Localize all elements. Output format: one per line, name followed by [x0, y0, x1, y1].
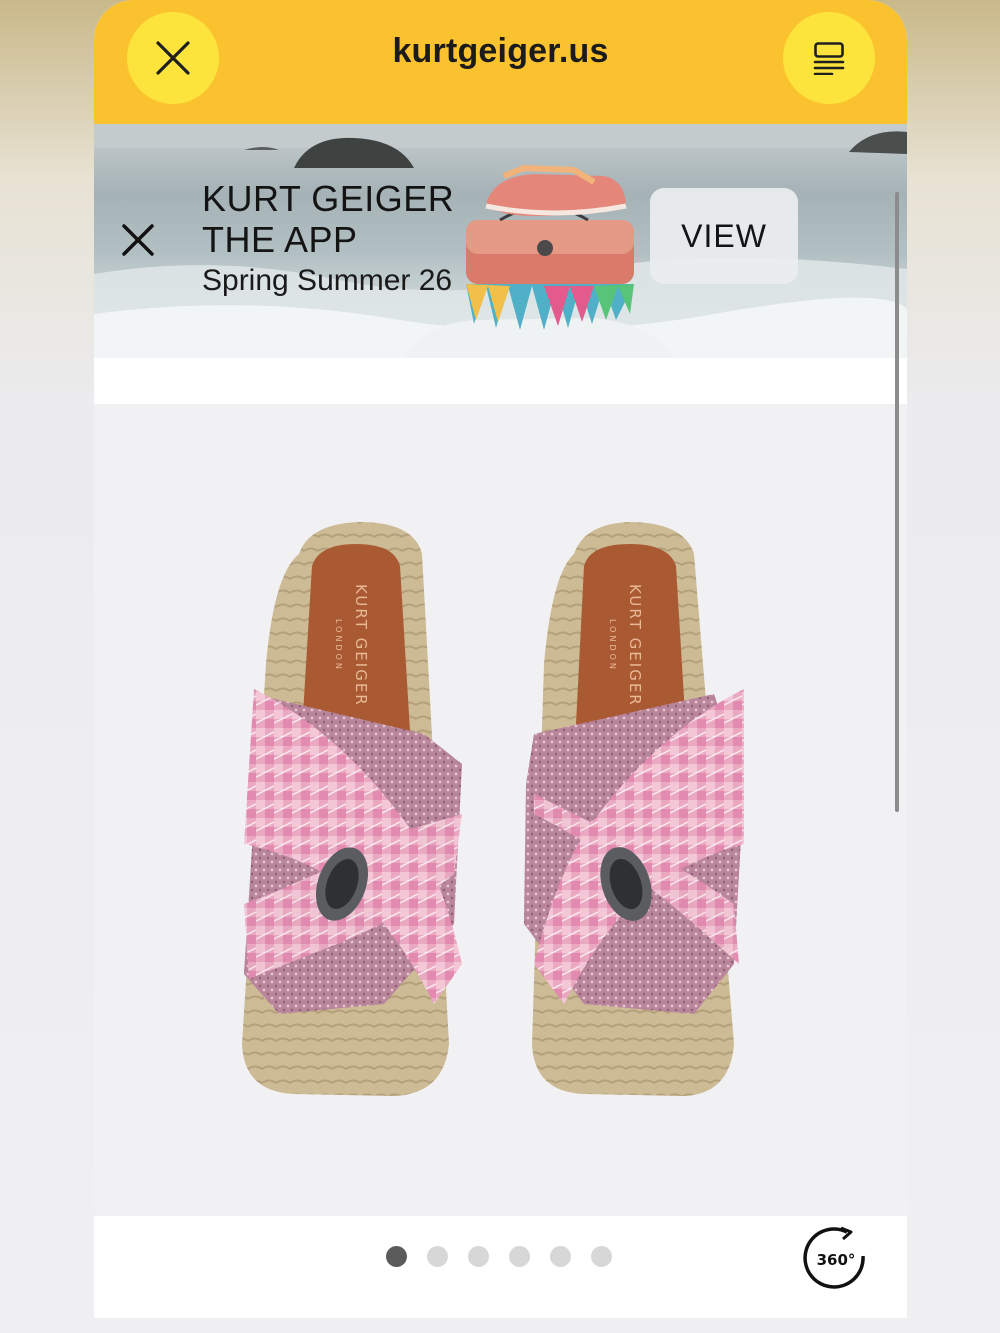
- banner-title-line2: THE APP: [202, 219, 358, 260]
- gallery-dot[interactable]: [468, 1246, 489, 1267]
- right-sandal: KURT GEIGER LONDON: [524, 522, 744, 1096]
- gallery-dot[interactable]: [386, 1246, 407, 1267]
- insole-brand-text: KURT GEIGER: [352, 584, 370, 707]
- page-bottom: [94, 1318, 907, 1333]
- spacer: [94, 358, 907, 404]
- gallery-pagination: [386, 1246, 612, 1267]
- gallery-dot[interactable]: [550, 1246, 571, 1267]
- left-sandal: KURT GEIGER LONDON: [242, 522, 462, 1096]
- insole-city-text: LONDON: [608, 619, 617, 672]
- insole-city-text: LONDON: [334, 619, 343, 672]
- sandals-image: KURT GEIGER LONDON KURT GEIGER LONDON: [242, 522, 744, 1096]
- browser-toolbar: kurtgeiger.us: [94, 0, 907, 124]
- gallery-dot[interactable]: [427, 1246, 448, 1267]
- banner-subtitle: Spring Summer 26: [202, 264, 453, 297]
- banner-title-line1: KURT GEIGER: [202, 178, 455, 219]
- close-icon[interactable]: [120, 222, 156, 258]
- browser-view: kurtgeiger.us KURT GEIGER THE APP Spring…: [94, 0, 907, 1333]
- reader-menu-button[interactable]: [783, 12, 875, 104]
- insole-brand-text: KURT GEIGER: [626, 584, 644, 707]
- gallery-dot[interactable]: [591, 1246, 612, 1267]
- view-app-button[interactable]: VIEW: [650, 188, 798, 284]
- banner-title: KURT GEIGER THE APP: [202, 178, 454, 260]
- rotate-360-button[interactable]: 360°: [803, 1226, 869, 1292]
- scrollbar[interactable]: [895, 192, 899, 812]
- product-image[interactable]: KURT GEIGER LONDON KURT GEIGER LONDON: [94, 404, 907, 1216]
- rotate-360-label: 360°: [817, 1251, 856, 1269]
- gallery-controls: 360°: [94, 1216, 907, 1318]
- gallery-dot[interactable]: [509, 1246, 530, 1267]
- app-promo-banner[interactable]: KURT GEIGER THE APP Spring Summer 26 VIE…: [94, 124, 907, 358]
- menu-icon: [813, 42, 845, 75]
